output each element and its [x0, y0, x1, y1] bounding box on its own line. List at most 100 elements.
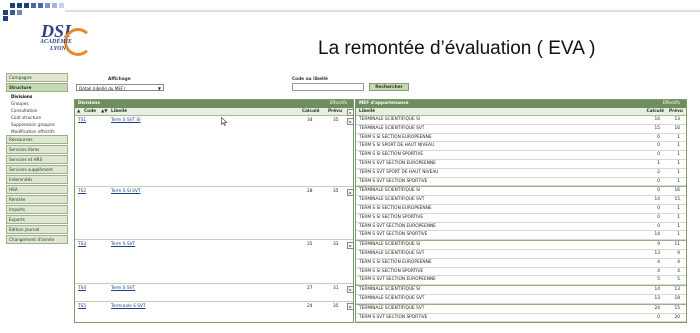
mef-calcule: 0: [657, 188, 660, 194]
mef-panel: MEF d'appartenance Effectifs Libellé Cal…: [355, 99, 687, 323]
mef-prevu: 18: [674, 295, 680, 301]
mef-prevu: 1: [677, 178, 680, 184]
expand-row-icon[interactable]: ▸: [347, 188, 354, 196]
mef-libelle: TERM S SI SPORT DE HAUT NIVEAU: [359, 143, 435, 149]
mef-libelle: TERM S SI SECTION EUROPEENNE: [359, 134, 432, 140]
search-button[interactable]: Rechercher: [369, 83, 409, 91]
expand-all-icon[interactable]: ▸: [347, 108, 354, 116]
mef-prevu: 1: [677, 152, 680, 158]
col-libelle[interactable]: Libellé: [111, 108, 127, 115]
sidebar-item[interactable]: Consultation: [6, 107, 68, 114]
mef-rows: TERMINALE SCIENTIFIQUE SI 16 13 TERMINALE S…: [356, 116, 686, 323]
division-row[interactable]: TS1 Term S SVT SI 34 35 ▸: [75, 116, 354, 186]
division-row[interactable]: TS5 Terminale S SVT 24 35 ▸: [75, 300, 354, 320]
mef-calcule: 14: [654, 232, 660, 238]
mef-row: TERMINALE SCIENTIFIQUE SVT 24 15: [356, 303, 686, 314]
sidebar-item[interactable]: Services supplément: [6, 165, 68, 174]
mef-libelle: TERM S SVT SECTION SPORTIVE: [359, 178, 428, 184]
sort-both-icon[interactable]: ▲▼: [101, 108, 108, 115]
mef-calcule: 2: [657, 169, 660, 175]
sidebar-item[interactable]: Services et HRS: [6, 155, 68, 164]
division-row[interactable]: TS4 Term S SVT 27 31 ▸: [75, 283, 354, 302]
division-libelle[interactable]: Term S SVT: [111, 286, 135, 291]
mef-prevu: 15: [674, 197, 680, 203]
sidebar-item[interactable]: Exports: [6, 215, 68, 224]
sidebar-item[interactable]: Services libres: [6, 145, 68, 154]
sidebar-item[interactable]: Groupes: [6, 100, 68, 107]
mef-libelle: TERMINALE SCIENTIFIQUE SI: [359, 242, 421, 248]
mef-libelle: TERM S SI SECTION SPORTIVE: [359, 152, 424, 158]
mef-prevu: 11: [674, 242, 680, 248]
expand-row-icon[interactable]: ▸: [347, 117, 354, 125]
division-libelle[interactable]: Term S SI SVT: [111, 189, 141, 194]
mef-prevu: 4: [677, 268, 680, 274]
chevron-down-icon: ▼: [157, 86, 161, 91]
sidebar-item[interactable]: Édition journal: [6, 225, 68, 234]
division-prevu: 35: [333, 303, 339, 309]
division-row[interactable]: TS2 Term S SI SVT 28 35 ▸: [75, 186, 354, 240]
col-prevu: Prévu: [328, 109, 343, 114]
sidebar-item[interactable]: HSA: [6, 185, 68, 194]
mef-col-libelle: Libellé: [359, 109, 376, 114]
division-libelle[interactable]: Term S SVT SI: [111, 118, 141, 123]
sidebar: Campagne Structure Divisions Groupes Consult…: [6, 73, 68, 245]
mef-row: TERM S SVT SECTION SPORTIVE 0 20: [356, 314, 686, 323]
divisions-header: Divisions Effectifs: [75, 100, 353, 108]
mef-row: TERMINALE SCIENTIFIQUE SI 0 16: [356, 186, 686, 197]
dsi-logo: DSI ACADÉMIE LYON: [38, 22, 100, 64]
logo-line2: ACADÉMIE: [40, 39, 73, 45]
sidebar-item[interactable]: Changement d'année: [6, 235, 68, 244]
expand-row-icon[interactable]: ▸: [347, 303, 354, 311]
division-code[interactable]: TS4: [78, 286, 86, 291]
mef-row: TERM S SI SECTION EUROPEENNE 0 1: [356, 134, 686, 143]
mef-calcule: 15: [654, 125, 660, 131]
divisions-panel: Divisions Effectifs ▲ Code ▲▼ Libellé Ca…: [74, 99, 354, 323]
logo-line3: LYON: [50, 46, 66, 52]
mef-prevu: 1: [677, 169, 680, 175]
affichage-select[interactable]: Détail (libellé du MEF) ▼: [76, 84, 164, 91]
mef-prevu: 16: [674, 188, 680, 194]
sidebar-item[interactable]: Divisions: [6, 93, 68, 100]
division-code[interactable]: TS5: [78, 304, 86, 309]
division-calcule: 34: [307, 118, 313, 123]
mef-libelle: TERM S SVT SECTION EUROPEENNE: [359, 223, 436, 229]
sidebar-item[interactable]: Suppression groupes: [6, 121, 68, 128]
sidebar-item[interactable]: Ressources: [6, 135, 68, 144]
expand-row-icon[interactable]: ▸: [347, 285, 354, 293]
header-decoration: [3, 3, 700, 21]
expand-row-icon[interactable]: ▸: [347, 241, 354, 249]
division-code[interactable]: TS2: [78, 189, 86, 194]
search-input[interactable]: [292, 83, 364, 91]
mef-calcule: 14: [654, 197, 660, 203]
division-code[interactable]: TS3: [78, 242, 86, 247]
division-calcule: 24: [307, 303, 313, 309]
mef-calcule: 4: [657, 259, 660, 265]
mef-column-header: Libellé Calculé Prévu: [356, 108, 686, 116]
sidebar-item[interactable]: Imports: [6, 205, 68, 214]
divisions-title: Divisions: [78, 101, 100, 106]
sidebar-item[interactable]: Campagne: [6, 73, 68, 82]
mef-row: TERM S SVT SECTION EUROPEENNE 1 1: [356, 160, 686, 169]
mef-calcule: 0: [657, 143, 660, 149]
sidebar-item[interactable]: Structure: [6, 83, 68, 92]
mef-prevu: 20: [674, 314, 680, 320]
division-libelle[interactable]: Term S SVT: [111, 242, 135, 247]
sort-asc-icon[interactable]: ▲: [77, 108, 80, 115]
mef-row: TERMINALE SCIENTIFIQUE SI 14 13: [356, 285, 686, 295]
mef-calcule: 4: [657, 268, 660, 274]
col-code[interactable]: Code: [84, 108, 96, 115]
sidebar-item[interactable]: Coût structure: [6, 114, 68, 121]
mef-libelle: TERMINALE SCIENTIFIQUE SI: [359, 117, 421, 122]
division-libelle[interactable]: Terminale S SVT: [111, 304, 146, 309]
code-label: Code ou libellé: [292, 77, 328, 82]
sidebar-item[interactable]: Modification effectifs: [6, 128, 68, 135]
mef-libelle: TERM S SVT SECTION SPORTIVE: [359, 232, 428, 238]
mef-calcule: 0: [657, 178, 660, 184]
division-code[interactable]: TS1: [78, 118, 86, 123]
division-row[interactable]: TS3 Term S SVT 35 33 ▸: [75, 239, 354, 284]
sidebar-item[interactable]: Rentrée: [6, 195, 68, 204]
mef-libelle: TERMINALE SCIENTIFIQUE SVT: [359, 305, 425, 311]
sidebar-item[interactable]: Indemnités: [6, 175, 68, 184]
mef-calcule: 13: [654, 250, 660, 256]
mef-calcule: 14: [654, 287, 660, 293]
